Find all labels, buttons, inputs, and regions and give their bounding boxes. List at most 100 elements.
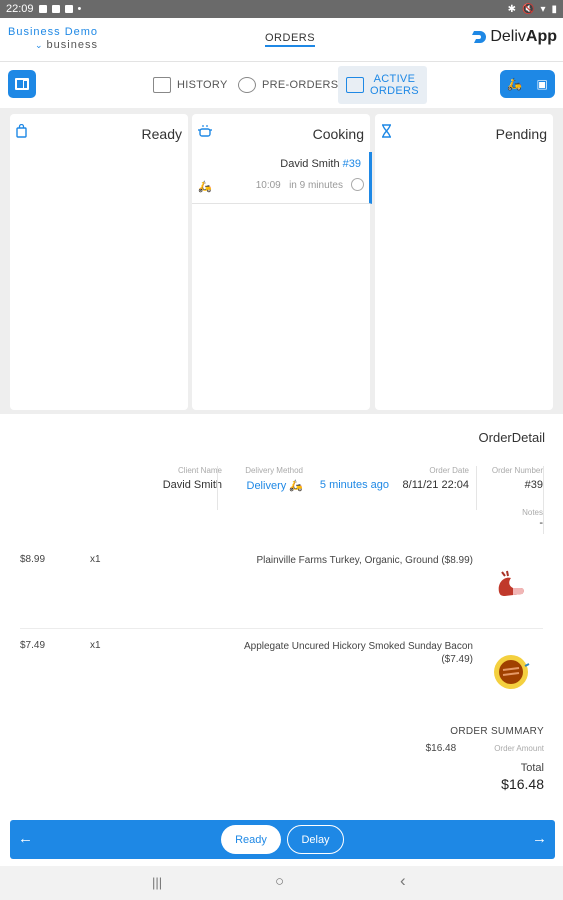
client-name-value: David Smith	[162, 479, 222, 491]
business-sub: business	[46, 39, 98, 51]
delivery-method-field: Delivery Method Delivery 🛵	[245, 466, 303, 492]
delivery-method-value: Delivery	[246, 480, 287, 492]
item-price: $7.49	[20, 640, 46, 651]
tab-active-line1: ACTIVE	[373, 73, 416, 85]
item-name: Applegate Uncured Hickory Smoked Sunday …	[243, 641, 473, 665]
notes-field: Notes -	[522, 508, 543, 529]
bacon-thumbnail	[491, 652, 531, 692]
brand-logo: DelivApp	[471, 28, 557, 46]
delivapp-logo-icon	[471, 29, 487, 45]
total-label: Total	[520, 762, 544, 774]
meta-divider	[217, 466, 218, 510]
bag-icon	[16, 123, 27, 138]
back-icon[interactable]: ‹	[400, 871, 406, 891]
active-orders-icon	[346, 77, 364, 93]
meta-divider	[543, 466, 544, 510]
notes-value: -	[539, 517, 543, 529]
pot-icon	[198, 124, 212, 137]
turkey-thumbnail	[491, 566, 531, 606]
item-qty: x1	[90, 554, 101, 565]
column-ready-title: Ready	[141, 126, 182, 142]
column-cooking-title: Cooking	[312, 126, 364, 142]
notification-icon	[38, 5, 47, 13]
order-board: Ready Cooking David Smith #39 🛵 10:09 in…	[0, 108, 563, 414]
order-amount-label: Order Amount	[494, 744, 544, 753]
tab-active-orders[interactable]: ACTIVE ORDERS	[338, 66, 427, 104]
home-icon[interactable]: ○	[275, 873, 284, 890]
delivery-method-label: Delivery Method	[245, 466, 303, 475]
calendar-icon	[15, 78, 29, 90]
order-number-label: Order Number	[491, 466, 543, 475]
chevron-down-icon: ⌄	[35, 40, 44, 50]
wifi-icon: ▾	[540, 3, 546, 15]
tab-history-label: HISTORY	[177, 79, 228, 91]
order-card-eta: in 9 minutes	[289, 180, 343, 191]
order-summary: ORDER SUMMARY $16.48 Order Amount Total …	[426, 726, 544, 792]
order-date-field: Order Date 8/11/21 22:04	[403, 466, 469, 491]
order-card-time: 10:09	[255, 180, 281, 191]
order-number-value: #39	[524, 479, 543, 491]
order-amount-value: $16.48	[425, 743, 457, 754]
history-box-icon	[153, 77, 171, 93]
order-item: $8.99 x1 Plainville Farms Turkey, Organi…	[10, 540, 543, 628]
delivery-pickup-toggle[interactable]: 🛵 ▣	[500, 70, 555, 98]
column-cooking: Cooking David Smith #39 🛵 10:09 in 9 min…	[192, 114, 372, 410]
scooter-icon: 🛵	[507, 77, 523, 91]
order-item: $7.49 x1 Applegate Uncured Hickory Smoke…	[10, 626, 543, 714]
client-name-field: Client Name David Smith	[163, 466, 222, 491]
tab-pre-orders-label: PRE-ORDERS	[262, 79, 339, 91]
column-pending: Pending	[375, 114, 553, 410]
brand-text-pre: Deliv	[490, 28, 526, 45]
outlook-button[interactable]	[8, 70, 36, 98]
arrow-right-icon[interactable]: →	[532, 830, 547, 847]
tab-active-line2: ORDERS	[370, 85, 419, 97]
hourglass-icon	[381, 124, 392, 138]
bluetooth-icon: ✱	[507, 3, 516, 15]
app-header: Business Demo ⌄ business ORDERS DelivApp	[0, 18, 563, 62]
clock-icon	[351, 178, 364, 191]
column-pending-title: Pending	[495, 126, 547, 142]
meta-divider	[543, 508, 544, 534]
android-navigation-bar: ||| ○ ‹	[0, 866, 563, 900]
mute-icon: 🔇	[522, 3, 535, 15]
order-action-bar: ← Ready Delay →	[10, 820, 555, 859]
battery-icon: ▮	[551, 3, 557, 15]
scooter-icon: 🛵	[289, 480, 303, 492]
order-tabs-row: HISTORY PRE-ORDERS ACTIVE ORDERS 🛵 ▣	[0, 62, 563, 108]
business-selector[interactable]: Business Demo ⌄ business	[8, 26, 98, 52]
status-time: 22:09	[6, 3, 34, 15]
order-number-field: Order Number #39	[492, 466, 543, 491]
business-name: Business Demo	[8, 26, 99, 38]
tab-history[interactable]: HISTORY	[153, 66, 228, 104]
total-value: $16.48	[501, 776, 544, 792]
order-card-number: #39	[342, 158, 361, 170]
order-card[interactable]: David Smith #39 🛵 10:09 in 9 minutes	[192, 152, 372, 204]
order-detail-title: OrderDetail	[478, 430, 545, 445]
recent-apps-icon[interactable]: |||	[152, 875, 162, 890]
clock-box-icon	[238, 77, 256, 93]
order-date-value: 8/11/21 22:04	[402, 479, 469, 491]
status-bar: 22:09 • ✱ 🔇 ▾ ▮	[0, 0, 563, 18]
nav-orders-link[interactable]: ORDERS	[265, 32, 316, 47]
summary-header: ORDER SUMMARY	[450, 726, 544, 737]
client-name-label: Client Name	[177, 466, 222, 475]
store-icon: ▣	[536, 77, 548, 91]
telegram-icon	[51, 5, 60, 13]
scooter-icon: 🛵	[198, 181, 212, 193]
delay-button[interactable]: Delay	[287, 825, 344, 854]
column-ready: Ready	[10, 114, 188, 410]
order-age-field: 5 minutes ago	[320, 466, 389, 491]
brand-text-post: App	[525, 28, 557, 45]
order-date-label: Order Date	[429, 466, 469, 475]
meta-divider	[476, 466, 477, 510]
tab-pre-orders[interactable]: PRE-ORDERS	[238, 66, 338, 104]
status-dot: •	[77, 3, 82, 15]
item-price: $8.99	[20, 554, 46, 565]
arrow-left-icon[interactable]: ←	[18, 830, 33, 847]
order-detail-panel: OrderDetail Client Name David Smith Deli…	[10, 418, 555, 822]
item-qty: x1	[90, 640, 101, 651]
ready-button[interactable]: Ready	[221, 825, 281, 854]
whatsapp-icon	[64, 5, 73, 13]
order-age-value: 5 minutes ago	[319, 479, 389, 491]
notes-label: Notes	[522, 508, 543, 517]
